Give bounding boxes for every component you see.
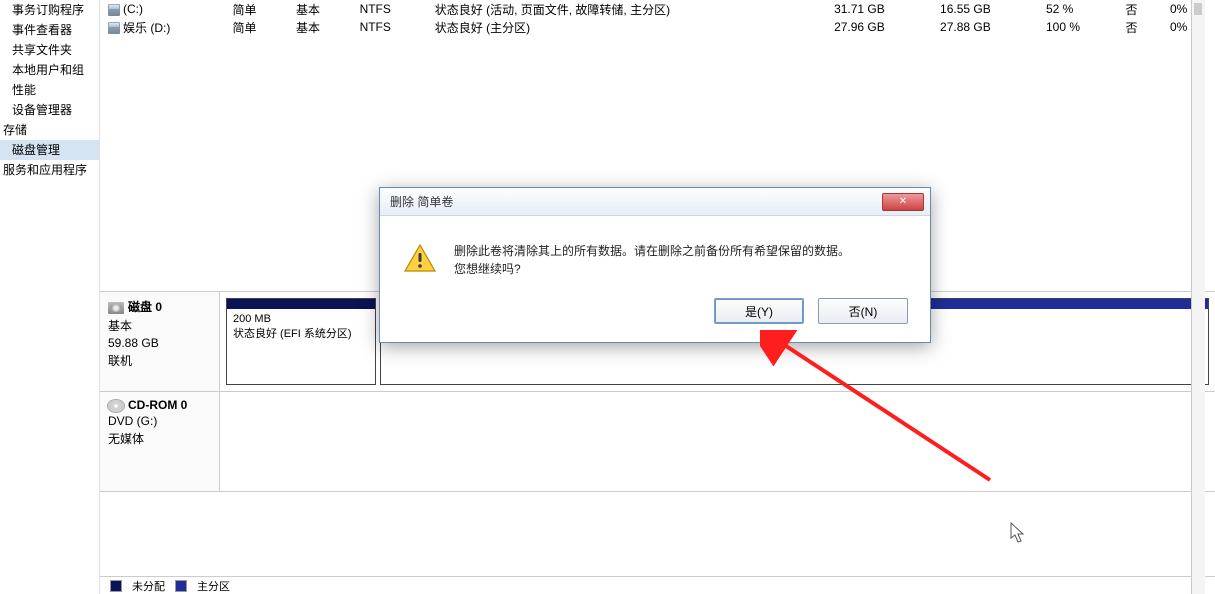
volume-ft: 否 [1117, 0, 1162, 18]
volume-freepct: 52 % [1038, 0, 1117, 18]
close-icon[interactable] [882, 193, 924, 211]
dialog-title: 删除 简单卷 [390, 193, 453, 210]
disk-status: 联机 [108, 352, 211, 369]
disk-header[interactable]: 磁盘 0 基本 59.88 GB 联机 [100, 292, 220, 391]
volume-fs: NTFS [352, 0, 427, 18]
legend-box-unallocated [110, 580, 122, 592]
cdrom-drive: DVD (G:) [108, 414, 211, 428]
volume-capacity: 27.96 GB [826, 18, 932, 36]
volume-overhead: 0% [1162, 18, 1215, 36]
warning-icon [404, 244, 436, 272]
sidebar-item-storage[interactable]: 存储 [0, 120, 99, 140]
legend-box-primary [175, 580, 187, 592]
volume-table: (C:) 简单 基本 NTFS 状态良好 (活动, 页面文件, 故障转储, 主分… [100, 0, 1215, 36]
volume-fs: NTFS [352, 18, 427, 36]
sidebar-item-device-manager[interactable]: 设备管理器 [0, 100, 99, 120]
volume-type: 基本 [288, 0, 352, 18]
dialog-message: 删除此卷将清除其上的所有数据。请在删除之前备份所有希望保留的数据。 您想继续吗? [454, 242, 850, 278]
table-row[interactable]: 娱乐 (D:) 简单 基本 NTFS 状态良好 (主分区) 27.96 GB 2… [100, 18, 1215, 36]
cdrom-title: CD-ROM 0 [128, 398, 187, 412]
no-button[interactable]: 否(N) [818, 298, 908, 324]
cdrom-header[interactable]: CD-ROM 0 DVD (G:) 无媒体 [100, 392, 220, 491]
hdd-icon [108, 302, 124, 314]
volume-name: 娱乐 (D:) [123, 21, 170, 35]
yes-button[interactable]: 是(Y) [714, 298, 804, 324]
sidebar: 事务订购程序 事件查看器 共享文件夹 本地用户和组 性能 设备管理器 存储 磁盘… [0, 0, 99, 594]
sidebar-item-event-viewer[interactable]: 事件查看器 [0, 20, 99, 40]
volume-free: 16.55 GB [932, 0, 1038, 18]
volume-name: (C:) [123, 2, 143, 16]
delete-volume-dialog: 删除 简单卷 删除此卷将清除其上的所有数据。请在删除之前备份所有希望保留的数据。… [379, 187, 931, 343]
volume-freepct: 100 % [1038, 18, 1117, 36]
volume-ft: 否 [1117, 18, 1162, 36]
scrollbar[interactable] [1191, 0, 1205, 594]
volume-layout: 简单 [224, 0, 288, 18]
volume-status: 状态良好 (活动, 页面文件, 故障转储, 主分区) [427, 0, 826, 18]
cursor-icon [1010, 522, 1026, 544]
legend-label-primary: 主分区 [197, 578, 230, 594]
cdrom-row: CD-ROM 0 DVD (G:) 无媒体 [100, 392, 1215, 492]
cd-icon [108, 400, 124, 412]
dialog-titlebar[interactable]: 删除 简单卷 [380, 188, 930, 216]
sidebar-item-disk-management[interactable]: 磁盘管理 [0, 140, 99, 160]
sidebar-item-shared-folders[interactable]: 共享文件夹 [0, 40, 99, 60]
legend-label-unallocated: 未分配 [132, 578, 165, 594]
volume-icon [108, 4, 120, 16]
sidebar-item-services-apps[interactable]: 服务和应用程序 [0, 160, 99, 180]
partition-efi[interactable]: 200 MB 状态良好 (EFI 系统分区) [226, 298, 376, 385]
volume-layout: 简单 [224, 18, 288, 36]
disk-capacity: 59.88 GB [108, 336, 211, 350]
dialog-message-line2: 您想继续吗? [454, 260, 850, 278]
disk-type: 基本 [108, 317, 211, 334]
partition-size: 200 MB [233, 313, 369, 325]
partition-status: 状态良好 (EFI 系统分区) [233, 325, 369, 341]
disk-title: 磁盘 0 [128, 300, 162, 314]
partition-stripe [227, 299, 375, 309]
volume-type: 基本 [288, 18, 352, 36]
sidebar-item-task-scheduler[interactable]: 事务订购程序 [0, 0, 99, 20]
cdrom-status: 无媒体 [108, 430, 211, 447]
volume-capacity: 31.71 GB [826, 0, 932, 18]
volume-free: 27.88 GB [932, 18, 1038, 36]
sidebar-item-performance[interactable]: 性能 [0, 80, 99, 100]
volume-icon [108, 22, 120, 34]
legend: 未分配 主分区 [100, 576, 1215, 594]
table-row[interactable]: (C:) 简单 基本 NTFS 状态良好 (活动, 页面文件, 故障转储, 主分… [100, 0, 1215, 18]
sidebar-item-local-users[interactable]: 本地用户和组 [0, 60, 99, 80]
dialog-message-line1: 删除此卷将清除其上的所有数据。请在删除之前备份所有希望保留的数据。 [454, 242, 850, 260]
volume-overhead: 0% [1162, 0, 1215, 18]
volume-status: 状态良好 (主分区) [427, 18, 826, 36]
